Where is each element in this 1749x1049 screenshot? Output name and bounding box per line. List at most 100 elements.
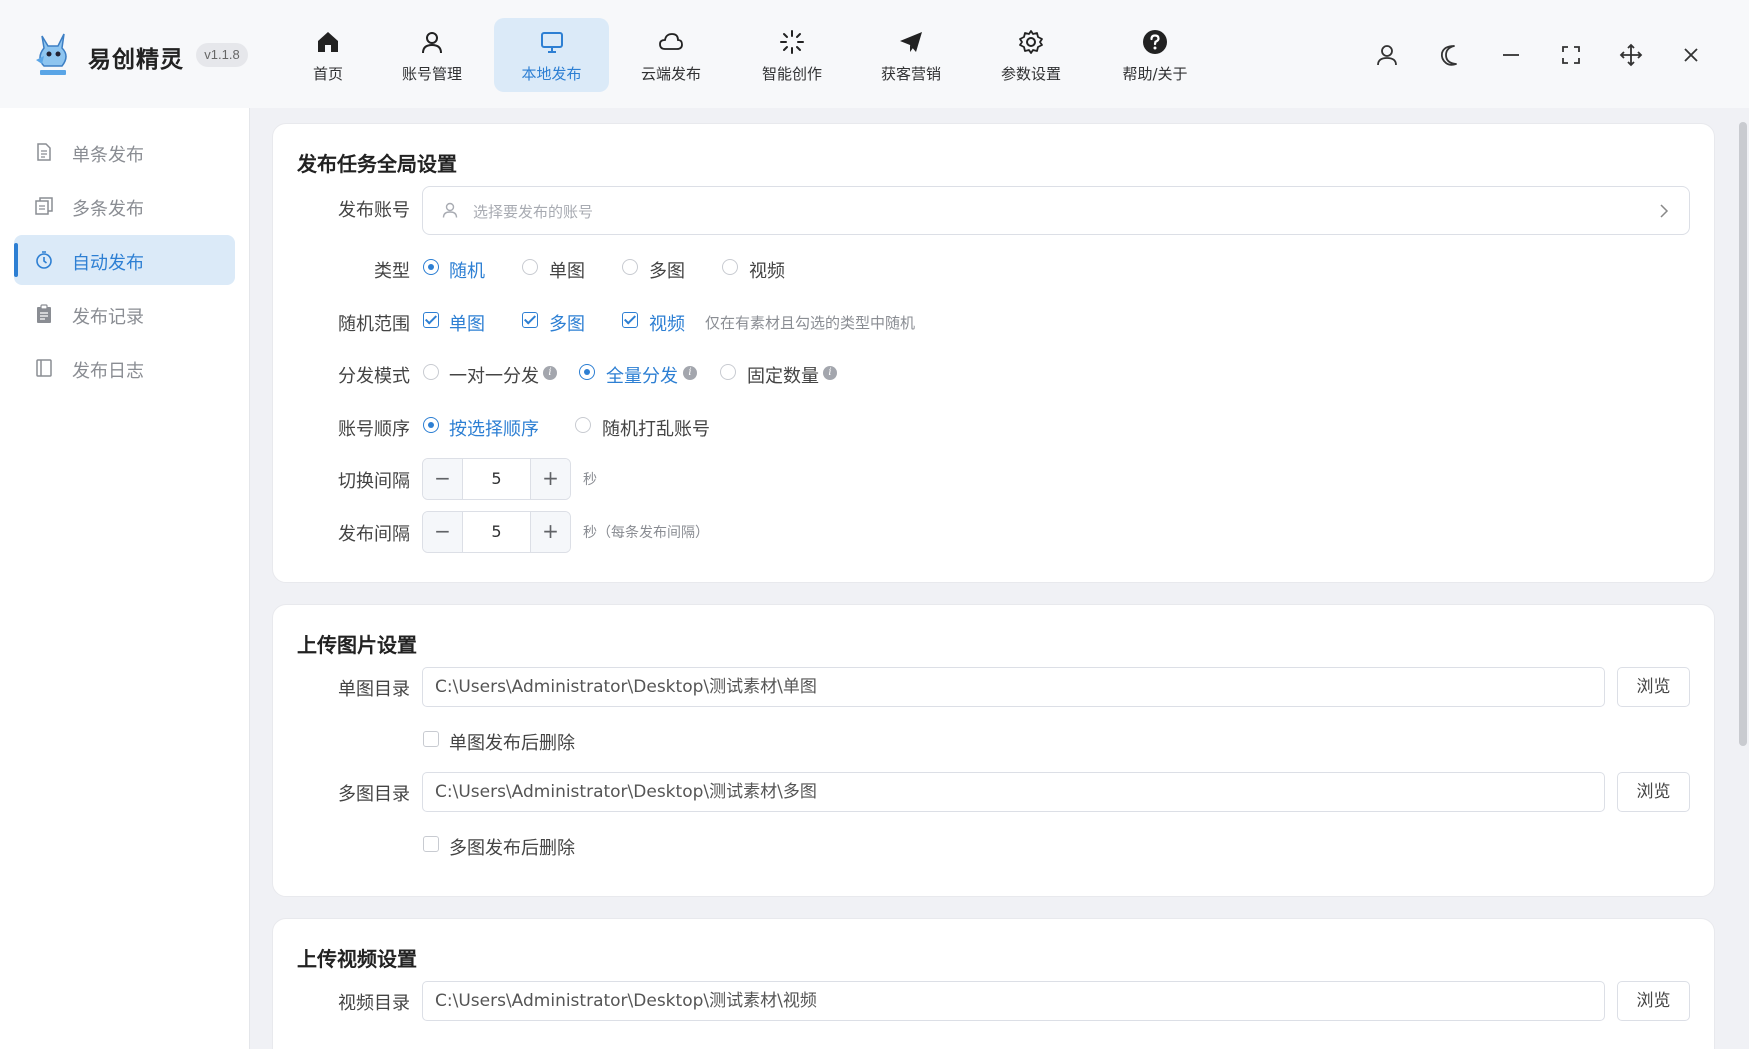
nav-label: 本地发布: [521, 65, 582, 83]
image-upload-card: 上传图片设置 单图目录 C:\Users\Administrator\Deskt…: [272, 604, 1715, 897]
decrement-button[interactable]: −: [423, 459, 463, 499]
nav-cloud-publish[interactable]: 云端发布: [628, 18, 714, 92]
mode-fixed-count-radio[interactable]: [720, 364, 736, 380]
mode-option-label: 固定数量: [747, 366, 819, 387]
fullscreen-icon[interactable]: [1556, 40, 1586, 70]
order-label: 账号顺序: [338, 419, 410, 440]
nav-help-about[interactable]: 帮助/关于: [1107, 18, 1203, 92]
single-image-delete-checkbox[interactable]: [423, 731, 439, 747]
close-icon[interactable]: [1676, 40, 1706, 70]
order-selection-radio[interactable]: [423, 417, 439, 433]
account-label: 发布账号: [338, 200, 410, 221]
publish-interval-stepper: − 5 +: [422, 511, 571, 553]
multi-image-dir-label: 多图目录: [338, 784, 410, 805]
switch-interval-value[interactable]: 5: [463, 459, 530, 499]
nav-label: 获客营销: [880, 65, 941, 83]
sidebar-item-multi-publish[interactable]: 多条发布: [14, 181, 235, 231]
document-icon: [37, 143, 51, 161]
single-image-dir-input[interactable]: C:\Users\Administrator\Desktop\测试素材\单图: [422, 667, 1605, 707]
sidebar-item-single-publish[interactable]: 单条发布: [14, 127, 235, 177]
clipboard-icon: [37, 304, 51, 323]
image-upload-title: 上传图片设置: [297, 633, 417, 657]
nav-customer-marketing[interactable]: 获客营销: [868, 18, 954, 92]
mode-option-label: 全量分发: [606, 366, 678, 387]
account-select[interactable]: 选择要发布的账号: [422, 186, 1690, 235]
nav-label: 帮助/关于: [1122, 65, 1188, 83]
type-multi-image-radio[interactable]: [622, 259, 638, 275]
nav-smart-create[interactable]: 智能创作: [749, 18, 835, 92]
type-single-image-radio[interactable]: [522, 259, 538, 275]
nav-local-publish[interactable]: 本地发布: [494, 18, 609, 92]
publish-interval-unit: 秒（每条发布间隔）: [583, 525, 709, 541]
gear-icon: [1019, 30, 1043, 54]
type-label: 类型: [374, 261, 410, 282]
increment-button[interactable]: +: [530, 459, 570, 499]
user-icon: [422, 32, 442, 54]
multi-image-delete-checkbox[interactable]: [423, 836, 439, 852]
order-option-label: 按选择顺序: [449, 419, 539, 440]
monitor-icon: [540, 32, 563, 53]
range-single-image-checkbox[interactable]: [423, 312, 439, 328]
cloud-icon: [659, 33, 683, 50]
sidebar-item-label: 多条发布: [72, 199, 144, 220]
type-option-label: 视频: [749, 261, 785, 282]
scrollbar-thumb[interactable]: [1739, 122, 1747, 746]
nav-parameter-settings[interactable]: 参数设置: [988, 18, 1074, 92]
switch-interval-unit: 秒: [583, 472, 597, 488]
video-browse-button[interactable]: 浏览: [1617, 981, 1690, 1021]
user-profile-icon[interactable]: [1372, 40, 1402, 70]
documents-icon: [35, 197, 53, 215]
move-icon[interactable]: [1616, 40, 1646, 70]
nav-home[interactable]: 首页: [292, 18, 364, 92]
range-video-checkbox[interactable]: [622, 312, 638, 328]
mode-full-radio[interactable]: [579, 364, 595, 380]
sidebar-item-auto-publish[interactable]: 自动发布: [14, 235, 235, 285]
single-image-dir-label: 单图目录: [338, 679, 410, 700]
order-shuffle-radio[interactable]: [575, 417, 591, 433]
minimize-icon[interactable]: [1496, 40, 1526, 70]
type-option-label: 随机: [449, 261, 485, 282]
top-bar: 易创精灵 v1.1.8 首页 账号管理 本地发布 云端发布 智能创作 获客营销 …: [0, 0, 1749, 108]
range-label: 随机范围: [338, 314, 410, 335]
mode-one-to-one-radio[interactable]: [423, 364, 439, 380]
multi-image-dir-input[interactable]: C:\Users\Administrator\Desktop\测试素材\多图: [422, 772, 1605, 812]
sidebar: 单条发布 多条发布 自动发布 发布记录 发布日志: [0, 108, 250, 1049]
single-image-delete-label: 单图发布后删除: [449, 733, 575, 754]
increment-button[interactable]: +: [530, 512, 570, 552]
range-hint: 仅在有素材且勾选的类型中随机: [705, 314, 916, 332]
sidebar-item-publish-records[interactable]: 发布记录: [14, 289, 235, 339]
video-dir-input[interactable]: C:\Users\Administrator\Desktop\测试素材\视频: [422, 981, 1605, 1021]
switch-interval-label: 切换间隔: [338, 471, 410, 492]
range-option-label: 多图: [549, 314, 585, 335]
type-option-label: 多图: [649, 261, 685, 282]
video-upload-title: 上传视频设置: [297, 947, 417, 971]
decrement-button[interactable]: −: [423, 512, 463, 552]
sidebar-item-publish-log[interactable]: 发布日志: [14, 343, 235, 393]
info-icon[interactable]: i: [823, 366, 837, 380]
multi-image-delete-label: 多图发布后删除: [449, 838, 575, 859]
global-settings-card: 发布任务全局设置 发布账号 选择要发布的账号 类型 随机 单图 多图 视频 随机…: [272, 123, 1715, 583]
type-random-radio[interactable]: [423, 259, 439, 275]
info-icon[interactable]: i: [683, 366, 697, 380]
range-option-label: 视频: [649, 314, 685, 335]
home-icon: [318, 32, 338, 52]
sidebar-item-label: 发布日志: [72, 361, 144, 382]
help-icon: [1143, 30, 1167, 54]
moon-icon[interactable]: [1436, 40, 1466, 70]
info-icon[interactable]: i: [543, 366, 557, 380]
sparkle-icon: [780, 30, 804, 54]
range-multi-image-checkbox[interactable]: [522, 312, 538, 328]
scrollbar[interactable]: [1737, 108, 1749, 1049]
type-video-radio[interactable]: [722, 259, 738, 275]
mode-label: 分发模式: [338, 366, 410, 387]
sidebar-item-label: 单条发布: [72, 145, 144, 166]
version-badge: v1.1.8: [196, 43, 248, 67]
nav-account-management[interactable]: 账号管理: [389, 18, 475, 92]
nav-label: 账号管理: [401, 65, 462, 83]
switch-interval-stepper: − 5 +: [422, 458, 571, 500]
single-image-browse-button[interactable]: 浏览: [1617, 667, 1690, 707]
multi-image-browse-button[interactable]: 浏览: [1617, 772, 1690, 812]
publish-interval-value[interactable]: 5: [463, 512, 530, 552]
publish-interval-label: 发布间隔: [338, 524, 410, 545]
chevron-right-icon: [1660, 204, 1669, 218]
